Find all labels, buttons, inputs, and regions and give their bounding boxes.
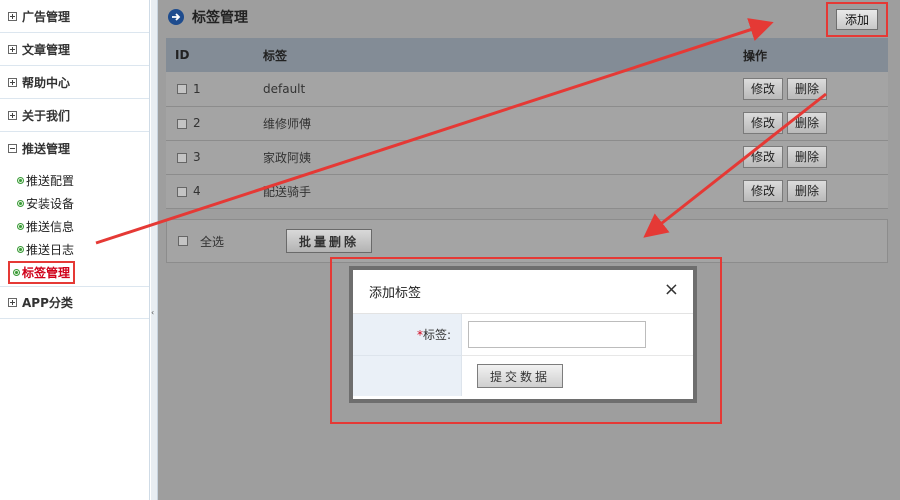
sidebar-item-label: 标签管理 [22,266,71,280]
submit-row-cell: 提交数据 [462,356,693,396]
sidebar-group-articles[interactable]: 文章管理 [0,33,149,66]
sidebar-group-help[interactable]: 帮助中心 [0,66,149,99]
expand-plus-icon [8,298,17,307]
edit-button[interactable]: 修改 [743,180,783,202]
delete-button[interactable]: 删除 [787,146,827,168]
sidebar-item-push-log[interactable]: 推送日志 [0,238,149,261]
sidebar-group-label: 帮助中心 [22,75,71,90]
delete-button[interactable]: 删除 [787,77,827,100]
table-row: 1 default 修改 删除 [166,72,888,106]
sidebar-group-label: 关于我们 [22,108,71,123]
push-submenu: 推送配置 安装设备 推送信息 推送日志 标签管理 [0,165,149,286]
sidebar-item-devices[interactable]: 安装设备 [0,192,149,215]
table-row: 3 家政阿姨 修改 删除 [166,140,888,174]
chevron-left-icon: ‹ [151,308,155,317]
bullet-icon [13,269,20,276]
bullet-icon [17,246,24,253]
row-checkbox[interactable] [177,84,187,95]
tag-field-label: 标签: [422,328,451,342]
tag-field-label-cell: * 标签: [353,314,462,356]
edit-button[interactable]: 修改 [743,146,783,168]
sidebar-group-app-category[interactable]: APP分类 [0,286,149,319]
sidebar-group-label: APP分类 [22,296,73,310]
row-checkbox[interactable] [177,118,187,129]
table-row: 4 配送骑手 修改 删除 [166,174,888,208]
bullet-icon [17,200,24,207]
close-icon[interactable]: × [664,281,679,299]
sidebar-item-label: 推送日志 [26,243,75,257]
expand-plus-icon [8,44,17,54]
sidebar: 广告管理 文章管理 帮助中心 关于我们 推送管理 推送配置 安装设备 推送信息 … [0,0,150,500]
tag-field-input-cell [462,314,693,356]
sidebar-group-ads[interactable]: 广告管理 [0,0,149,33]
edit-button[interactable]: 修改 [743,77,783,100]
sidebar-collapse-handle[interactable]: ‹ [151,0,158,500]
tag-table: ID 标签 操作 1 default 修改删除 2 维修师傅 修改删除 3 [166,38,888,209]
tag-input[interactable] [468,321,646,348]
delete-button[interactable]: 删除 [787,112,827,134]
edit-button[interactable]: 修改 [743,112,783,134]
sidebar-group-about[interactable]: 关于我们 [0,99,149,132]
submit-button[interactable]: 提交数据 [477,364,563,388]
expand-plus-icon [8,11,17,21]
column-header-id: ID [175,48,190,62]
submit-row: 提交数据 [353,356,693,396]
table-row: 2 维修师傅 修改 删除 [166,106,888,140]
sidebar-item-label: 安装设备 [26,197,75,211]
row-tag: 家政阿姨 [263,150,312,165]
highlight-box: 标签管理 [8,261,76,284]
row-id: 1 [193,81,201,96]
select-all-label: 全选 [200,234,225,249]
dialog-title: 添加标签 [369,286,422,301]
page-header: 标签管理 [158,0,900,33]
row-tag: default [263,81,306,96]
batch-delete-button[interactable]: 批量删除 [286,229,373,253]
column-header-tag: 标签 [263,48,288,63]
sidebar-group-push[interactable]: 推送管理 [0,132,149,165]
sidebar-group-label: 广告管理 [22,9,71,24]
bullet-icon [17,223,24,230]
collapse-minus-icon [8,144,17,153]
sidebar-item-push-config[interactable]: 推送配置 [0,169,149,192]
add-button-highlight: 添加 [826,2,888,37]
add-button[interactable]: 添加 [836,9,878,30]
dialog-header: 添加标签 × [353,270,693,314]
sidebar-group-label: 文章管理 [22,42,71,57]
main-content: 标签管理 添加 ID 标签 操作 1 default 修改 删除 2 维修师傅 … [158,0,900,500]
page-title: 标签管理 [192,9,248,26]
row-id: 4 [193,184,201,198]
select-all-checkbox[interactable] [178,236,188,246]
sidebar-item-label: 推送配置 [26,174,75,188]
delete-button[interactable]: 删除 [787,180,827,202]
bullet-icon [17,177,24,184]
row-tag: 配送骑手 [263,184,312,199]
sidebar-item-tag-management[interactable]: 标签管理 [0,261,149,284]
column-header-ops: 操作 [743,48,768,63]
add-tag-dialog: 添加标签 × * 标签: 提交数据 [349,266,697,403]
tag-form-row: * 标签: [353,314,693,356]
table-header-row: ID 标签 操作 [166,38,888,72]
row-checkbox[interactable] [177,186,187,197]
row-tag: 维修师傅 [263,116,312,131]
sidebar-item-label: 推送信息 [26,220,75,234]
arrow-right-circle-icon [168,8,184,25]
submit-row-label-cell [353,356,462,396]
sidebar-group-label: 推送管理 [22,142,71,156]
row-id: 2 [193,116,201,130]
sidebar-item-push-info[interactable]: 推送信息 [0,215,149,238]
expand-plus-icon [8,77,17,87]
expand-plus-icon [8,110,17,120]
row-id: 3 [193,150,201,164]
row-checkbox[interactable] [177,152,187,163]
